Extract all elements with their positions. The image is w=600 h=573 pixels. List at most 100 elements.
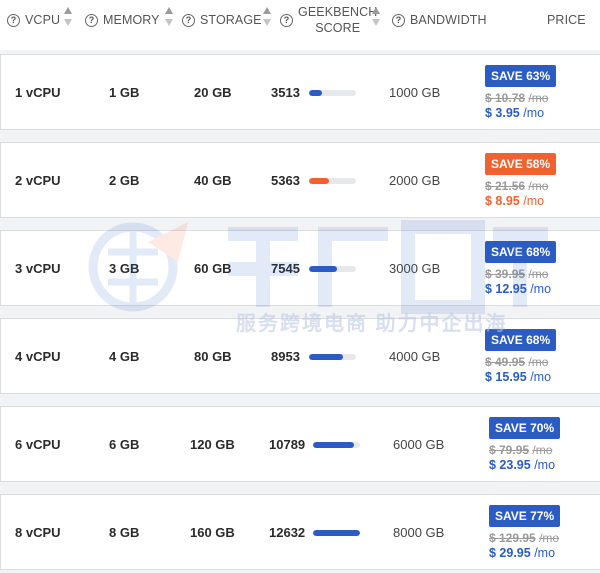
memory-value: 2 GB — [109, 172, 140, 188]
old-price-amount: $ 21.56 — [485, 179, 526, 193]
new-price-amount: $ 12.95 — [485, 282, 527, 296]
new-price-period: /mo — [523, 106, 545, 120]
old-price-period: /mo — [528, 267, 549, 281]
score-bar — [313, 530, 360, 536]
old-price: $ 10.78 /mo — [485, 91, 575, 105]
price-block: SAVE 68% $ 39.95 /mo $ 12.95 /mo — [485, 241, 575, 296]
column-geekbench-label-1: GEEKBENCH — [298, 5, 378, 19]
help-icon[interactable]: ? — [392, 13, 405, 27]
old-price-amount: $ 49.95 — [485, 355, 526, 369]
price-block: SAVE 58% $ 21.56 /mo $ 8.95 /mo — [485, 153, 575, 208]
sort-memory-icon[interactable] — [165, 7, 173, 26]
old-price-period: /mo — [528, 179, 549, 193]
save-badge: SAVE 77% — [489, 505, 561, 527]
old-price-period: /mo — [528, 355, 549, 369]
storage-value: 160 GB — [190, 524, 235, 540]
column-storage[interactable]: ? STORAGE — [182, 0, 262, 40]
geekbench-score: 8953 — [271, 348, 300, 364]
bandwidth-value: 3000 GB — [389, 260, 441, 276]
geekbench-score: 5363 — [271, 172, 300, 188]
column-bandwidth[interactable]: ? BANDWIDTH — [392, 0, 487, 40]
price-block: SAVE 63% $ 10.78 /mo $ 3.95 /mo — [485, 65, 575, 120]
column-price-label: PRICE — [547, 13, 586, 27]
storage-value: 40 GB — [194, 172, 232, 188]
new-price-amount: $ 23.95 — [489, 458, 531, 472]
old-price: $ 129.95 /mo — [489, 531, 579, 545]
score-bar — [309, 354, 356, 360]
column-vcpu-label: VCPU — [25, 13, 61, 27]
old-price-period: /mo — [532, 443, 553, 457]
score-bar-fill — [309, 266, 338, 272]
sort-vcpu-icon[interactable] — [64, 7, 72, 26]
vcpu-value: 3 vCPU — [15, 260, 61, 276]
bandwidth-value: 6000 GB — [393, 436, 445, 452]
score-bar-fill — [313, 442, 355, 448]
old-price-amount: $ 79.95 — [489, 443, 530, 457]
new-price-period: /mo — [523, 194, 545, 208]
sort-geekbench-icon[interactable] — [372, 7, 380, 26]
score-bar-fill — [309, 354, 343, 360]
geekbench-score: 12632 — [269, 524, 306, 540]
save-badge: SAVE 58% — [485, 153, 557, 175]
old-price-amount: $ 129.95 — [489, 531, 536, 545]
new-price: $ 15.95 /mo — [485, 370, 575, 384]
column-memory-label: MEMORY — [103, 13, 160, 27]
help-icon[interactable]: ? — [7, 13, 20, 27]
price-block: SAVE 77% $ 129.95 /mo $ 29.95 /mo — [489, 505, 579, 560]
table-row[interactable]: 8 vCPU 8 GB 160 GB 12632 8000 GB SAVE 77… — [0, 494, 600, 570]
save-badge: SAVE 68% — [485, 329, 557, 351]
vcpu-value: 2 vCPU — [15, 172, 61, 188]
table-row[interactable]: 4 vCPU 4 GB 80 GB 8953 4000 GB SAVE 68% … — [0, 318, 600, 394]
storage-value: 20 GB — [194, 84, 232, 100]
vcpu-value: 6 vCPU — [15, 436, 61, 452]
storage-value: 120 GB — [190, 436, 235, 452]
geekbench-score: 3513 — [271, 84, 300, 100]
old-price: $ 21.56 /mo — [485, 179, 575, 193]
vcpu-value: 1 vCPU — [15, 84, 61, 100]
score-bar — [309, 178, 356, 184]
help-icon[interactable]: ? — [280, 13, 293, 27]
storage-value: 80 GB — [194, 348, 232, 364]
bandwidth-value: 4000 GB — [389, 348, 441, 364]
bandwidth-value: 1000 GB — [389, 84, 441, 100]
score-bar-fill — [309, 178, 329, 184]
help-icon[interactable]: ? — [182, 13, 195, 27]
geekbench-score: 10789 — [269, 436, 306, 452]
table-row[interactable]: 1 vCPU 1 GB 20 GB 3513 1000 GB SAVE 63% … — [0, 54, 600, 130]
new-price-amount: $ 15.95 — [485, 370, 527, 384]
column-bandwidth-label: BANDWIDTH — [410, 13, 487, 27]
new-price: $ 12.95 /mo — [485, 282, 575, 296]
column-vcpu[interactable]: ? VCPU — [7, 0, 60, 40]
score-bar — [313, 442, 360, 448]
save-badge: SAVE 68% — [485, 241, 557, 263]
new-price-amount: $ 29.95 — [489, 546, 531, 560]
new-price: $ 8.95 /mo — [485, 194, 575, 208]
table-row[interactable]: 3 vCPU 3 GB 60 GB 7545 3000 GB SAVE 68% … — [0, 230, 600, 306]
save-badge: SAVE 70% — [489, 417, 561, 439]
column-geekbench[interactable]: ? GEEKBENCH SCORE — [280, 0, 377, 40]
new-price-period: /mo — [530, 370, 552, 384]
old-price-amount: $ 10.78 — [485, 91, 526, 105]
memory-value: 8 GB — [109, 524, 140, 540]
help-icon[interactable]: ? — [85, 13, 98, 27]
bandwidth-value: 8000 GB — [393, 524, 445, 540]
memory-value: 6 GB — [109, 436, 140, 452]
column-geekbench-label-2: SCORE — [315, 21, 361, 35]
column-memory[interactable]: ? MEMORY — [85, 0, 160, 40]
vcpu-value: 8 vCPU — [15, 524, 61, 540]
new-price-amount: $ 3.95 — [485, 106, 520, 120]
table-header: ? VCPU ? MEMORY ? STORAGE ? GEEKBENCH SC… — [0, 0, 600, 50]
column-price[interactable]: PRICE — [547, 0, 586, 40]
old-price: $ 49.95 /mo — [485, 355, 575, 369]
table-row[interactable]: 2 vCPU 2 GB 40 GB 5363 2000 GB SAVE 58% … — [0, 142, 600, 218]
storage-value: 60 GB — [194, 260, 232, 276]
new-price: $ 3.95 /mo — [485, 106, 575, 120]
bandwidth-value: 2000 GB — [389, 172, 441, 188]
score-bar-fill — [309, 90, 323, 96]
price-block: SAVE 68% $ 49.95 /mo $ 15.95 /mo — [485, 329, 575, 384]
new-price: $ 29.95 /mo — [489, 546, 579, 560]
score-bar — [309, 266, 356, 272]
table-row[interactable]: 6 vCPU 6 GB 120 GB 10789 6000 GB SAVE 70… — [0, 406, 600, 482]
new-price: $ 23.95 /mo — [489, 458, 579, 472]
sort-storage-icon[interactable] — [263, 7, 271, 26]
